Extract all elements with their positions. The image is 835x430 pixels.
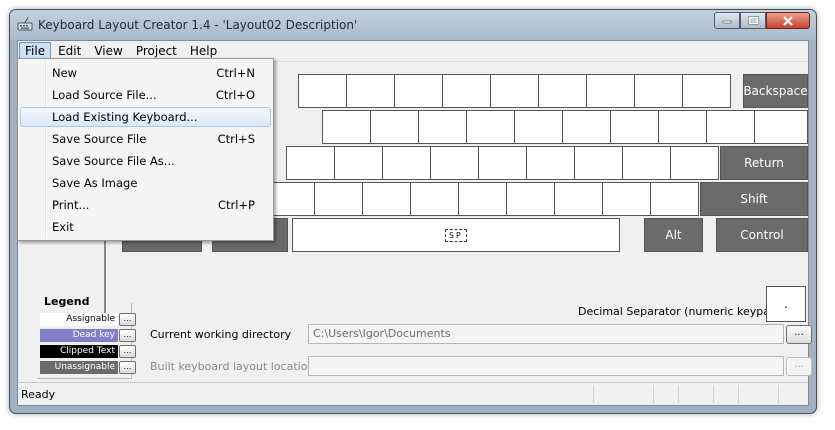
menu-item-label: Save As Image bbox=[52, 176, 138, 190]
title-bar[interactable]: Keyboard Layout Creator 1.4 - 'Layout02 … bbox=[10, 10, 816, 40]
menu-item-print[interactable]: Print... Ctrl+P bbox=[20, 195, 271, 215]
caption-buttons bbox=[714, 12, 810, 30]
key[interactable] bbox=[602, 182, 651, 216]
status-divider bbox=[738, 385, 739, 403]
legend-assignable-button[interactable]: ... bbox=[119, 313, 136, 326]
legend-clipped-text-button[interactable]: ... bbox=[119, 345, 136, 358]
menu-item-label: Print... bbox=[52, 198, 90, 212]
key[interactable] bbox=[286, 146, 335, 180]
status-divider bbox=[778, 385, 779, 403]
working-directory-label: Current working directory bbox=[150, 328, 292, 341]
legend-dead-key-button[interactable]: ... bbox=[119, 329, 136, 342]
key[interactable] bbox=[490, 74, 539, 108]
build-location-field[interactable] bbox=[308, 356, 784, 376]
key[interactable] bbox=[526, 146, 575, 180]
key[interactable] bbox=[682, 74, 731, 108]
status-bar: Ready bbox=[18, 382, 808, 405]
maximize-icon bbox=[747, 16, 759, 25]
key[interactable] bbox=[610, 110, 659, 144]
build-location-label: Built keyboard layout location bbox=[150, 360, 315, 373]
minimize-button[interactable] bbox=[714, 12, 740, 29]
key-space[interactable]: SP bbox=[292, 218, 620, 252]
key[interactable] bbox=[706, 110, 755, 144]
key[interactable] bbox=[322, 110, 371, 144]
key[interactable] bbox=[514, 110, 563, 144]
menu-item-label: Exit bbox=[52, 220, 74, 234]
key-control-right[interactable]: Control bbox=[716, 218, 808, 252]
legend-clipped-text: Clipped Text bbox=[40, 345, 118, 358]
close-button[interactable] bbox=[766, 12, 810, 29]
key[interactable] bbox=[574, 146, 623, 180]
legend-unassignable-button[interactable]: ... bbox=[119, 361, 136, 374]
key[interactable] bbox=[458, 182, 507, 216]
menu-item-label: Save Source File As... bbox=[52, 154, 175, 168]
key[interactable] bbox=[466, 110, 515, 144]
key[interactable] bbox=[670, 146, 719, 180]
key[interactable] bbox=[394, 74, 443, 108]
maximize-button[interactable] bbox=[740, 12, 766, 29]
menu-item-exit[interactable]: Exit bbox=[20, 217, 271, 237]
space-marker: SP bbox=[445, 228, 467, 242]
menu-item-load-existing-keyboard[interactable]: Load Existing Keyboard... bbox=[20, 107, 271, 127]
window-title: Keyboard Layout Creator 1.4 - 'Layout02 … bbox=[38, 18, 358, 32]
menu-item-save-source-file[interactable]: Save Source File Ctrl+S bbox=[20, 129, 271, 149]
status-divider bbox=[593, 385, 594, 403]
menu-item-save-as-image[interactable]: Save As Image bbox=[20, 173, 271, 193]
key[interactable] bbox=[650, 182, 699, 216]
key[interactable] bbox=[622, 146, 671, 180]
menu-item-shortcut: Ctrl+N bbox=[216, 66, 255, 80]
keyboard-app-icon bbox=[17, 16, 33, 31]
key[interactable] bbox=[418, 110, 467, 144]
key[interactable] bbox=[634, 74, 683, 108]
decimal-separator-key[interactable]: . bbox=[766, 286, 806, 322]
menu-item-shortcut: Ctrl+P bbox=[217, 198, 255, 212]
key-backspace[interactable]: Backspace bbox=[743, 74, 808, 108]
build-location-browse-button[interactable]: ... bbox=[786, 357, 812, 376]
key[interactable] bbox=[334, 146, 383, 180]
legend-unassignable: Unassignable bbox=[40, 361, 118, 374]
key[interactable] bbox=[362, 182, 411, 216]
file-menu-dropdown: New Ctrl+N Load Source File... Ctrl+O Lo… bbox=[17, 58, 274, 241]
status-divider bbox=[713, 385, 714, 403]
key[interactable] bbox=[382, 146, 431, 180]
key[interactable] bbox=[754, 110, 808, 144]
legend-assignable: Assignable bbox=[40, 313, 118, 326]
menu-item-label: New bbox=[52, 66, 78, 80]
key[interactable] bbox=[430, 146, 479, 180]
close-icon bbox=[783, 15, 793, 26]
key[interactable] bbox=[410, 182, 459, 216]
menu-item-label: Save Source File bbox=[52, 132, 147, 146]
key[interactable] bbox=[506, 182, 555, 216]
menu-item-shortcut: Ctrl+S bbox=[217, 132, 255, 146]
minimize-icon bbox=[722, 20, 732, 23]
key[interactable] bbox=[478, 146, 527, 180]
key[interactable] bbox=[442, 74, 491, 108]
menu-item-shortcut: Ctrl+O bbox=[215, 88, 255, 102]
decimal-separator-label: Decimal Separator (numeric keypad) bbox=[578, 305, 782, 318]
legend-dead-key: Dead key bbox=[40, 329, 118, 342]
menu-item-label: Load Existing Keyboard... bbox=[52, 110, 198, 124]
key[interactable] bbox=[538, 74, 587, 108]
key[interactable] bbox=[554, 182, 603, 216]
key-shift[interactable]: Shift bbox=[700, 182, 808, 216]
key[interactable] bbox=[586, 74, 635, 108]
menu-item-save-source-file-as[interactable]: Save Source File As... bbox=[20, 151, 271, 171]
menu-item-label: Load Source File... bbox=[52, 88, 157, 102]
status-divider bbox=[678, 385, 679, 403]
key-return[interactable]: Return bbox=[720, 146, 808, 180]
working-directory-field[interactable]: C:\Users\Igor\Documents bbox=[308, 324, 784, 344]
key[interactable] bbox=[562, 110, 611, 144]
key-alt-right[interactable]: Alt bbox=[644, 218, 703, 252]
menu-item-load-source-file[interactable]: Load Source File... Ctrl+O bbox=[20, 85, 271, 105]
key[interactable] bbox=[658, 110, 707, 144]
working-directory-browse-button[interactable]: ... bbox=[786, 325, 812, 344]
key[interactable] bbox=[370, 110, 419, 144]
key[interactable] bbox=[346, 74, 395, 108]
status-divider bbox=[653, 385, 654, 403]
key[interactable] bbox=[298, 74, 347, 108]
key[interactable] bbox=[314, 182, 363, 216]
menu-item-new[interactable]: New Ctrl+N bbox=[20, 63, 271, 83]
status-text: Ready bbox=[21, 388, 56, 401]
